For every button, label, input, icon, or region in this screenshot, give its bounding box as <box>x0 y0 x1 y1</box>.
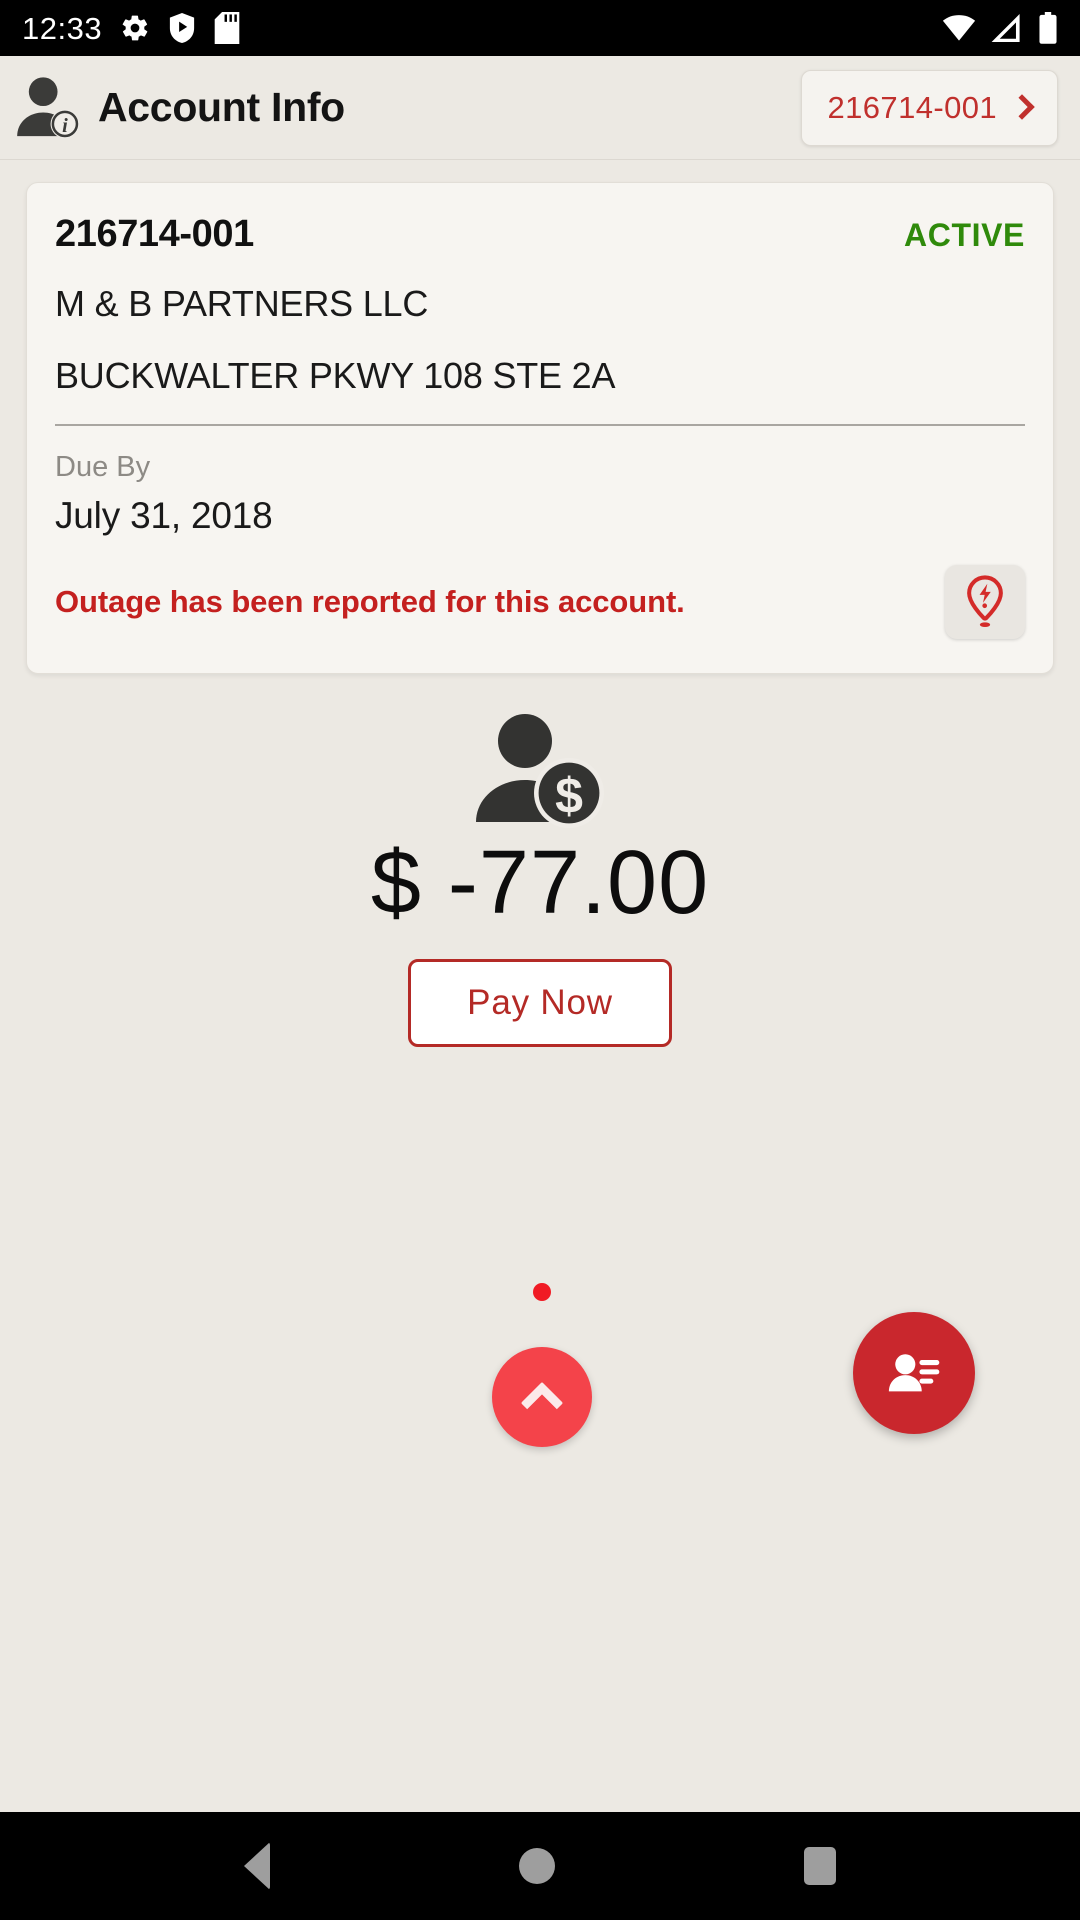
account-summary-card[interactable]: 216714-001 ACTIVE M & B PARTNERS LLC BUC… <box>26 182 1054 674</box>
outage-row: Outage has been reported for this accoun… <box>55 565 1025 639</box>
contact-card-icon <box>888 1354 940 1392</box>
account-info-person-icon: i <box>17 76 80 138</box>
pay-now-button[interactable]: Pay Now <box>408 958 672 1047</box>
main-content: 216714-001 ACTIVE M & B PARTNERS LLC BUC… <box>0 160 1080 1812</box>
back-triangle-icon[interactable] <box>244 1842 271 1890</box>
android-nav-bar <box>0 1812 1080 1920</box>
customer-name: M & B PARTNERS LLC <box>55 283 429 324</box>
phone-screen: 12:33 i Account Info 216714-001 216714-0… <box>0 0 1080 1920</box>
balance-block: $ $ -77.00 Pay Now <box>26 710 1054 1047</box>
outage-report-button[interactable] <box>945 565 1025 639</box>
settings-gear-icon <box>122 15 148 41</box>
status-time: 12:33 <box>22 10 103 46</box>
header-left-group: i Account Info <box>14 75 345 141</box>
due-by-date: July 31, 2018 <box>55 495 273 536</box>
service-address: BUCKWALTER PKWY 108 STE 2A <box>55 355 616 396</box>
wifi-icon <box>942 15 976 41</box>
sd-card-icon <box>214 12 240 44</box>
chevron-right-icon <box>1009 93 1035 120</box>
cell-signal-icon <box>991 14 1020 42</box>
chevron-up-icon <box>520 1381 564 1425</box>
account-switcher-label: 216714-001 <box>827 89 997 125</box>
status-bar: 12:33 <box>0 0 1080 56</box>
status-bar-right <box>942 12 1058 44</box>
status-bar-left: 12:33 <box>22 12 240 44</box>
account-number: 216714-001 <box>55 213 254 255</box>
card-header-row: 216714-001 ACTIVE <box>55 213 1025 256</box>
page-title: Account Info <box>98 84 345 130</box>
balance-amount: $ -77.00 <box>370 833 710 933</box>
expand-panel-fab[interactable] <box>492 1347 592 1447</box>
notification-dot-indicator <box>533 1283 551 1301</box>
contacts-fab[interactable] <box>853 1312 975 1434</box>
status-badge: ACTIVE <box>904 217 1025 253</box>
battery-icon <box>1039 12 1057 44</box>
play-protect-icon <box>169 13 195 43</box>
recents-square-icon[interactable] <box>803 1847 836 1885</box>
person-dollar-icon: $ <box>476 714 604 828</box>
account-switcher-button[interactable]: 216714-001 <box>800 69 1058 146</box>
svg-text:i: i <box>62 114 68 136</box>
card-divider <box>55 424 1025 426</box>
outage-pin-bolt-icon <box>967 575 1003 628</box>
app-header: i Account Info 216714-001 <box>0 56 1080 160</box>
due-by-label: Due By <box>55 451 151 483</box>
outage-message: Outage has been reported for this accoun… <box>55 584 685 619</box>
home-circle-icon[interactable] <box>518 1848 555 1884</box>
svg-text:$: $ <box>555 768 583 824</box>
